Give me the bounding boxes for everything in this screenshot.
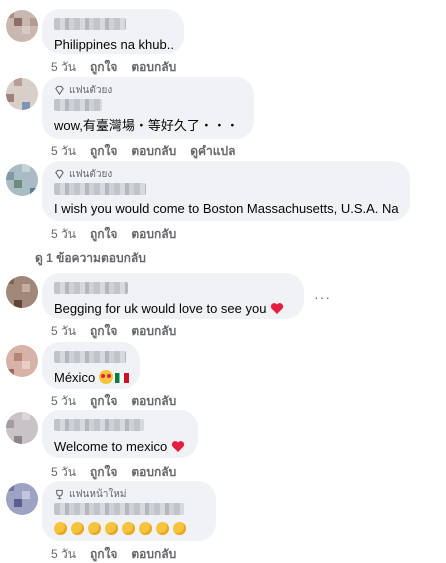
trophy-badge-icon xyxy=(56,489,63,499)
timestamp[interactable]: 5 วัน xyxy=(51,463,76,482)
comment-bubble: แฟนตัวยง I wish you would come to Boston… xyxy=(42,161,410,221)
badge-label: แฟนตัวยง xyxy=(69,84,113,96)
timestamp[interactable]: 5 วัน xyxy=(51,225,76,244)
comment-text xyxy=(54,520,204,537)
timestamp[interactable]: 5 วัน xyxy=(51,392,76,411)
commenter-name[interactable] xyxy=(54,419,144,431)
comment-actions: 5 วัน ถูกใจ ตอบกลับ xyxy=(51,392,176,411)
clapping-hands-icon xyxy=(122,522,135,535)
fan-badge: แฟนตัวยง xyxy=(54,83,242,97)
timestamp[interactable]: 5 วัน xyxy=(51,58,76,77)
comment-text-body: México xyxy=(54,370,96,385)
clapping-hands-icon xyxy=(88,522,101,535)
avatar[interactable] xyxy=(6,164,38,196)
heart-emoji-icon xyxy=(171,441,184,452)
comment-bubble: แฟนตัวยง wow,有臺灣場・等好久了・・・ xyxy=(42,77,254,139)
like-button[interactable]: ถูกใจ xyxy=(90,322,117,341)
fan-badge: แฟนตัวยง xyxy=(54,167,398,181)
clapping-hands-icon xyxy=(105,522,118,535)
reply-button[interactable]: ตอบกลับ xyxy=(131,463,176,482)
comment-bubble: México xyxy=(42,342,140,389)
comment-text: wow,有臺灣場・等好久了・・・ xyxy=(54,118,239,133)
comment-text-body: Begging for uk would love to see you xyxy=(54,301,267,316)
comment-actions: 5 วัน ถูกใจ ตอบกลับ xyxy=(51,58,176,77)
comment-actions: 5 วัน ถูกใจ ตอบกลับ xyxy=(51,463,176,482)
comment-actions: 5 วัน ถูกใจ ตอบกลับ ดูคำแปล xyxy=(51,142,236,161)
diamond-badge-icon xyxy=(55,85,64,95)
badge-label: แฟนหน้าใหม่ xyxy=(69,488,127,500)
commenter-name[interactable] xyxy=(54,18,126,30)
star-eyes-emoji-icon xyxy=(98,370,113,384)
reply-button[interactable]: ตอบกลับ xyxy=(131,142,176,161)
like-button[interactable]: ถูกใจ xyxy=(90,463,117,482)
reply-button[interactable]: ตอบกลับ xyxy=(131,545,176,563)
clapping-hands-icon xyxy=(139,522,152,535)
commenter-name[interactable] xyxy=(54,99,102,111)
timestamp[interactable]: 5 วัน xyxy=(51,142,76,161)
like-button[interactable]: ถูกใจ xyxy=(90,142,117,161)
avatar[interactable] xyxy=(6,412,38,444)
comment-text: I wish you would come to Boston Massachu… xyxy=(54,201,399,216)
view-replies-label: ดู 1 ข้อความตอบกลับ xyxy=(35,251,146,265)
avatar[interactable] xyxy=(6,276,38,308)
commenter-name[interactable] xyxy=(54,503,184,515)
diamond-badge-icon xyxy=(55,169,64,179)
see-translation-button[interactable]: ดูคำแปล xyxy=(190,142,235,161)
heart-emoji-icon xyxy=(270,303,284,314)
clapping-hands-icon xyxy=(173,522,186,535)
avatar[interactable] xyxy=(6,483,38,515)
comment-actions: 5 วัน ถูกใจ ตอบกลับ xyxy=(51,322,176,341)
commenter-name[interactable] xyxy=(54,183,146,195)
comment-text: México xyxy=(54,369,129,386)
view-replies-link[interactable]: ดู 1 ข้อความตอบกลับ xyxy=(35,249,146,268)
clapping-hands-icon xyxy=(156,522,169,535)
reply-button[interactable]: ตอบกลับ xyxy=(131,225,176,244)
like-button[interactable]: ถูกใจ xyxy=(90,58,117,77)
comment-text: Begging for uk would love to see you xyxy=(54,300,292,317)
reply-button[interactable]: ตอบกลับ xyxy=(131,322,176,341)
fan-badge: แฟนหน้าใหม่ xyxy=(54,487,204,501)
comment-actions: 5 วัน ถูกใจ ตอบกลับ xyxy=(51,225,176,244)
more-options-button[interactable]: ··· xyxy=(314,289,331,305)
like-button[interactable]: ถูกใจ xyxy=(90,392,117,411)
badge-label: แฟนตัวยง xyxy=(69,168,113,180)
comment-text: Philippines na khub.. xyxy=(54,37,174,52)
clapping-hands-icon xyxy=(54,522,67,535)
comment-text: Welcome to mexico xyxy=(54,438,186,455)
clapping-hands-icon xyxy=(71,522,84,535)
avatar[interactable] xyxy=(6,78,38,110)
comment-bubble: แฟนหน้าใหม่ xyxy=(42,481,216,541)
timestamp[interactable]: 5 วัน xyxy=(51,545,76,563)
comment-bubble: Philippines na khub.. xyxy=(42,9,184,54)
comment-bubble: Begging for uk would love to see you xyxy=(42,273,304,319)
reply-button[interactable]: ตอบกลับ xyxy=(131,392,176,411)
mexico-flag-icon xyxy=(114,373,129,383)
like-button[interactable]: ถูกใจ xyxy=(90,225,117,244)
avatar[interactable] xyxy=(6,10,38,42)
like-button[interactable]: ถูกใจ xyxy=(90,545,117,563)
comment-actions: 5 วัน ถูกใจ ตอบกลับ xyxy=(51,545,176,563)
avatar[interactable] xyxy=(6,345,38,377)
reply-button[interactable]: ตอบกลับ xyxy=(131,58,176,77)
comment-bubble: Welcome to mexico xyxy=(42,410,198,458)
comment-text-body: Welcome to mexico xyxy=(54,439,168,454)
timestamp[interactable]: 5 วัน xyxy=(51,322,76,341)
commenter-name[interactable] xyxy=(54,282,128,294)
commenter-name[interactable] xyxy=(54,351,126,363)
